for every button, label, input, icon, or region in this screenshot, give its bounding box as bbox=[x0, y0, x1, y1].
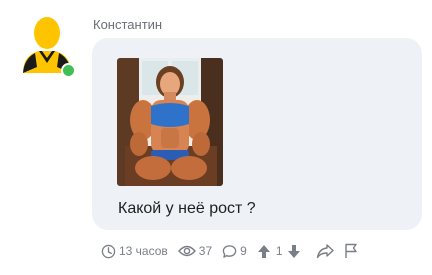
share-button[interactable] bbox=[316, 243, 334, 259]
arrow-up-icon[interactable] bbox=[257, 244, 271, 259]
reply-button[interactable]: 9 bbox=[222, 244, 247, 259]
clock-icon bbox=[101, 244, 116, 258]
flag-icon bbox=[344, 243, 357, 258]
eye-icon bbox=[177, 245, 196, 257]
report-button[interactable] bbox=[344, 243, 358, 259]
views-count: 37 bbox=[198, 244, 213, 258]
rating-control: 1 bbox=[257, 244, 304, 259]
message-text: Какой у неё рост ? bbox=[118, 200, 256, 217]
arrow-down-icon[interactable] bbox=[287, 244, 301, 259]
online-status-indicator bbox=[61, 63, 76, 78]
comment-icon bbox=[222, 244, 237, 258]
share-icon bbox=[316, 243, 334, 258]
replies-count: 9 bbox=[240, 244, 247, 258]
author-name[interactable]: Константин bbox=[93, 17, 162, 32]
photo-attachment[interactable] bbox=[117, 58, 223, 186]
time-text: 13 часов bbox=[119, 244, 168, 258]
views-counter: 37 bbox=[177, 244, 213, 258]
rating-value: 1 bbox=[275, 244, 283, 258]
comment-meta-toolbar: 13 часов 37 9 1 bbox=[101, 242, 368, 260]
photo-image bbox=[117, 58, 223, 186]
time-stamp[interactable]: 13 часов bbox=[101, 244, 168, 259]
